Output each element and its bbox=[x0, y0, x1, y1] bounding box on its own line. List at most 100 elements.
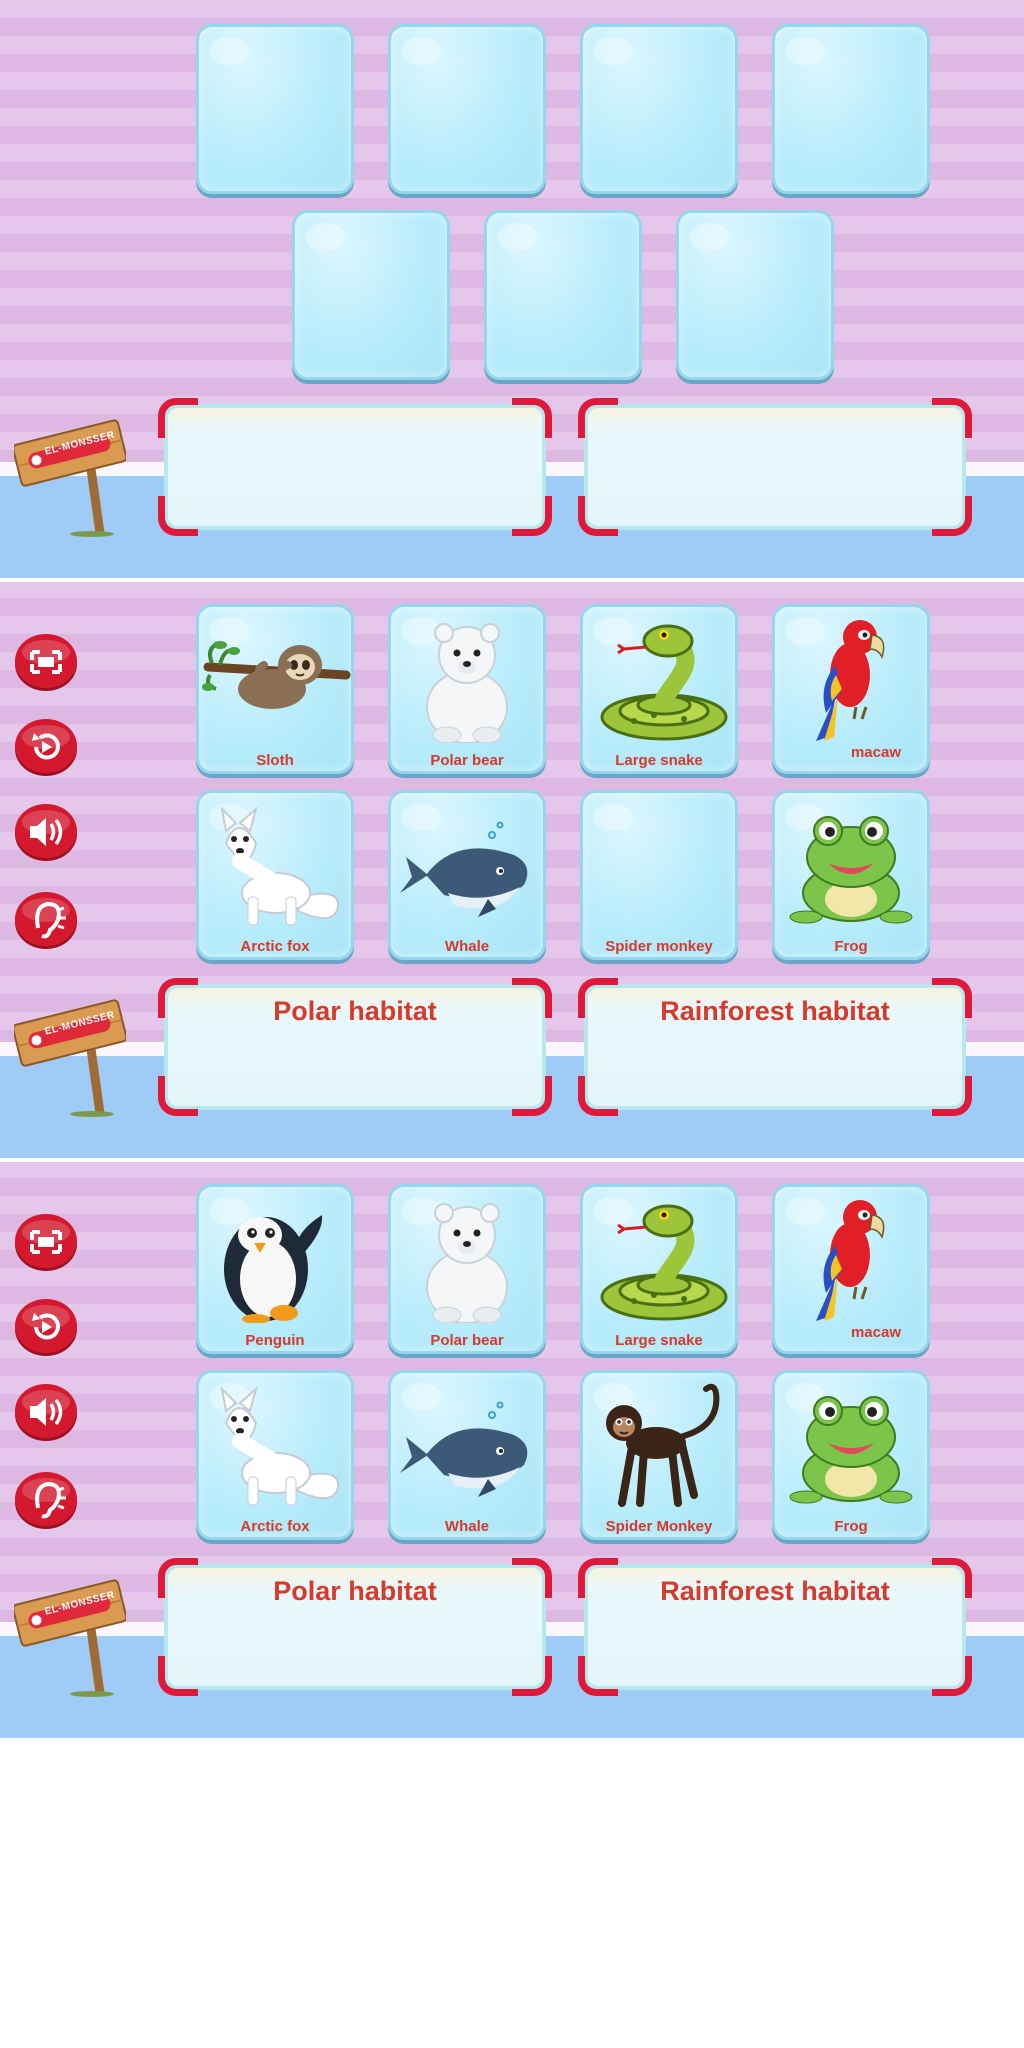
habitat-drop-zone[interactable]: Rainforest habitat bbox=[578, 978, 972, 1116]
card-empty-slot bbox=[583, 801, 735, 929]
card-empty-slot bbox=[295, 221, 447, 349]
habitat-drop-zone[interactable]: Rainforest habitat bbox=[578, 1558, 972, 1696]
animal-card-label: macaw bbox=[850, 744, 901, 761]
animal-card[interactable] bbox=[580, 24, 738, 194]
card-empty-slot bbox=[199, 35, 351, 163]
animal-card[interactable]: Large snake bbox=[580, 604, 738, 774]
habitat-panel bbox=[164, 404, 546, 530]
animal-card[interactable] bbox=[388, 24, 546, 194]
animal-card[interactable]: macaw bbox=[772, 604, 930, 774]
frame-corner bbox=[932, 1076, 972, 1116]
card-empty-slot bbox=[679, 221, 831, 349]
habitat-drop-zone[interactable]: Polar habitat bbox=[158, 1558, 552, 1696]
frame-corner bbox=[578, 496, 618, 536]
restart-icon bbox=[15, 719, 77, 776]
frame-corner bbox=[578, 398, 618, 438]
frame-corner bbox=[512, 1656, 552, 1696]
macaw-icon bbox=[775, 1195, 927, 1323]
sound-icon bbox=[15, 804, 77, 861]
card-empty-slot bbox=[391, 35, 543, 163]
frame-corner bbox=[158, 1656, 198, 1696]
snake-icon bbox=[583, 1195, 735, 1323]
brand-sign-logo: EL-MONSSER bbox=[12, 1574, 128, 1700]
habitat-title: Rainforest habitat bbox=[660, 996, 890, 1026]
animal-card[interactable] bbox=[772, 24, 930, 194]
sound-icon bbox=[15, 1384, 77, 1441]
game-screen-3: Penguin Polar bear Large snake macaw Arc… bbox=[0, 1160, 1024, 1738]
habitat-title: Polar habitat bbox=[273, 996, 437, 1026]
listen-button[interactable] bbox=[14, 888, 78, 950]
macaw-icon bbox=[775, 615, 927, 743]
habitat-title: Rainforest habitat bbox=[660, 1576, 890, 1606]
arctic-fox-icon bbox=[199, 801, 351, 929]
frame-corner bbox=[932, 398, 972, 438]
animal-card[interactable]: Spider monkey bbox=[580, 790, 738, 960]
sound-button[interactable] bbox=[14, 800, 78, 862]
listen-icon bbox=[15, 892, 77, 949]
screen-separator bbox=[0, 1158, 1024, 1162]
animal-card[interactable]: macaw bbox=[772, 1184, 930, 1354]
animal-card[interactable]: Arctic fox bbox=[196, 1370, 354, 1540]
frame-corner bbox=[158, 1076, 198, 1116]
animal-card[interactable]: Polar bear bbox=[388, 1184, 546, 1354]
animal-card[interactable]: Penguin bbox=[196, 1184, 354, 1354]
listen-button[interactable] bbox=[14, 1468, 78, 1530]
habitat-drop-zone[interactable]: Polar habitat bbox=[158, 978, 552, 1116]
sound-button[interactable] bbox=[14, 1380, 78, 1442]
whale-icon bbox=[391, 801, 543, 929]
animal-card[interactable]: Large snake bbox=[580, 1184, 738, 1354]
card-empty-slot bbox=[775, 35, 927, 163]
animal-card[interactable]: Arctic fox bbox=[196, 790, 354, 960]
animal-card-label: Frog bbox=[834, 1518, 868, 1535]
animal-card-label: Penguin bbox=[245, 1332, 305, 1349]
game-screen-1: EL-MONSSER bbox=[0, 0, 1024, 578]
restart-icon bbox=[15, 1299, 77, 1356]
animal-card[interactable]: Frog bbox=[772, 790, 930, 960]
card-empty-slot bbox=[487, 221, 639, 349]
animal-card[interactable] bbox=[196, 24, 354, 194]
brand-sign-logo: EL-MONSSER bbox=[12, 994, 128, 1120]
fullscreen-icon bbox=[15, 634, 77, 691]
animal-card-label: Polar bear bbox=[430, 752, 504, 769]
animal-card-label: Whale bbox=[444, 938, 490, 955]
animal-card[interactable]: Spider Monkey bbox=[580, 1370, 738, 1540]
animal-card[interactable]: Sloth bbox=[196, 604, 354, 774]
animal-card-label: Arctic fox bbox=[240, 938, 310, 955]
frame-corner bbox=[158, 496, 198, 536]
animal-card-label: Spider Monkey bbox=[605, 1518, 713, 1535]
animal-card[interactable]: Frog bbox=[772, 1370, 930, 1540]
animal-card[interactable]: Whale bbox=[388, 790, 546, 960]
animal-card[interactable] bbox=[676, 210, 834, 380]
fullscreen-button[interactable] bbox=[14, 630, 78, 692]
animal-card-label: Spider monkey bbox=[605, 938, 713, 955]
restart-button[interactable] bbox=[14, 1295, 78, 1357]
habitat-title: Polar habitat bbox=[273, 1576, 437, 1606]
animal-card-label: Sloth bbox=[256, 752, 294, 769]
animal-card-label: Large snake bbox=[615, 752, 703, 769]
animal-card[interactable] bbox=[292, 210, 450, 380]
fullscreen-button[interactable] bbox=[14, 1210, 78, 1272]
animal-card[interactable]: Whale bbox=[388, 1370, 546, 1540]
animal-card[interactable]: Polar bear bbox=[388, 604, 546, 774]
sloth-icon bbox=[199, 615, 351, 743]
frog-icon bbox=[775, 1381, 927, 1509]
arctic-fox-icon bbox=[199, 1381, 351, 1509]
frame-corner bbox=[578, 1076, 618, 1116]
habitat-panel bbox=[584, 404, 966, 530]
habitat-drop-zone[interactable] bbox=[578, 398, 972, 536]
penguin-icon bbox=[199, 1195, 351, 1324]
frame-corner bbox=[512, 1076, 552, 1116]
restart-button[interactable] bbox=[14, 715, 78, 777]
habitat-drop-zone[interactable] bbox=[158, 398, 552, 536]
frame-corner bbox=[158, 398, 198, 438]
animal-card[interactable] bbox=[484, 210, 642, 380]
game-screen-2: Sloth Polar bear Large snake macaw Arcti… bbox=[0, 580, 1024, 1158]
frame-corner bbox=[932, 496, 972, 536]
frame-corner bbox=[578, 1656, 618, 1696]
polar-bear-icon bbox=[391, 615, 543, 744]
frog-icon bbox=[775, 801, 927, 929]
whale-icon bbox=[391, 1381, 543, 1509]
frame-corner bbox=[512, 398, 552, 438]
animal-card-label: Whale bbox=[444, 1518, 490, 1535]
animal-card-label: macaw bbox=[850, 1324, 901, 1341]
